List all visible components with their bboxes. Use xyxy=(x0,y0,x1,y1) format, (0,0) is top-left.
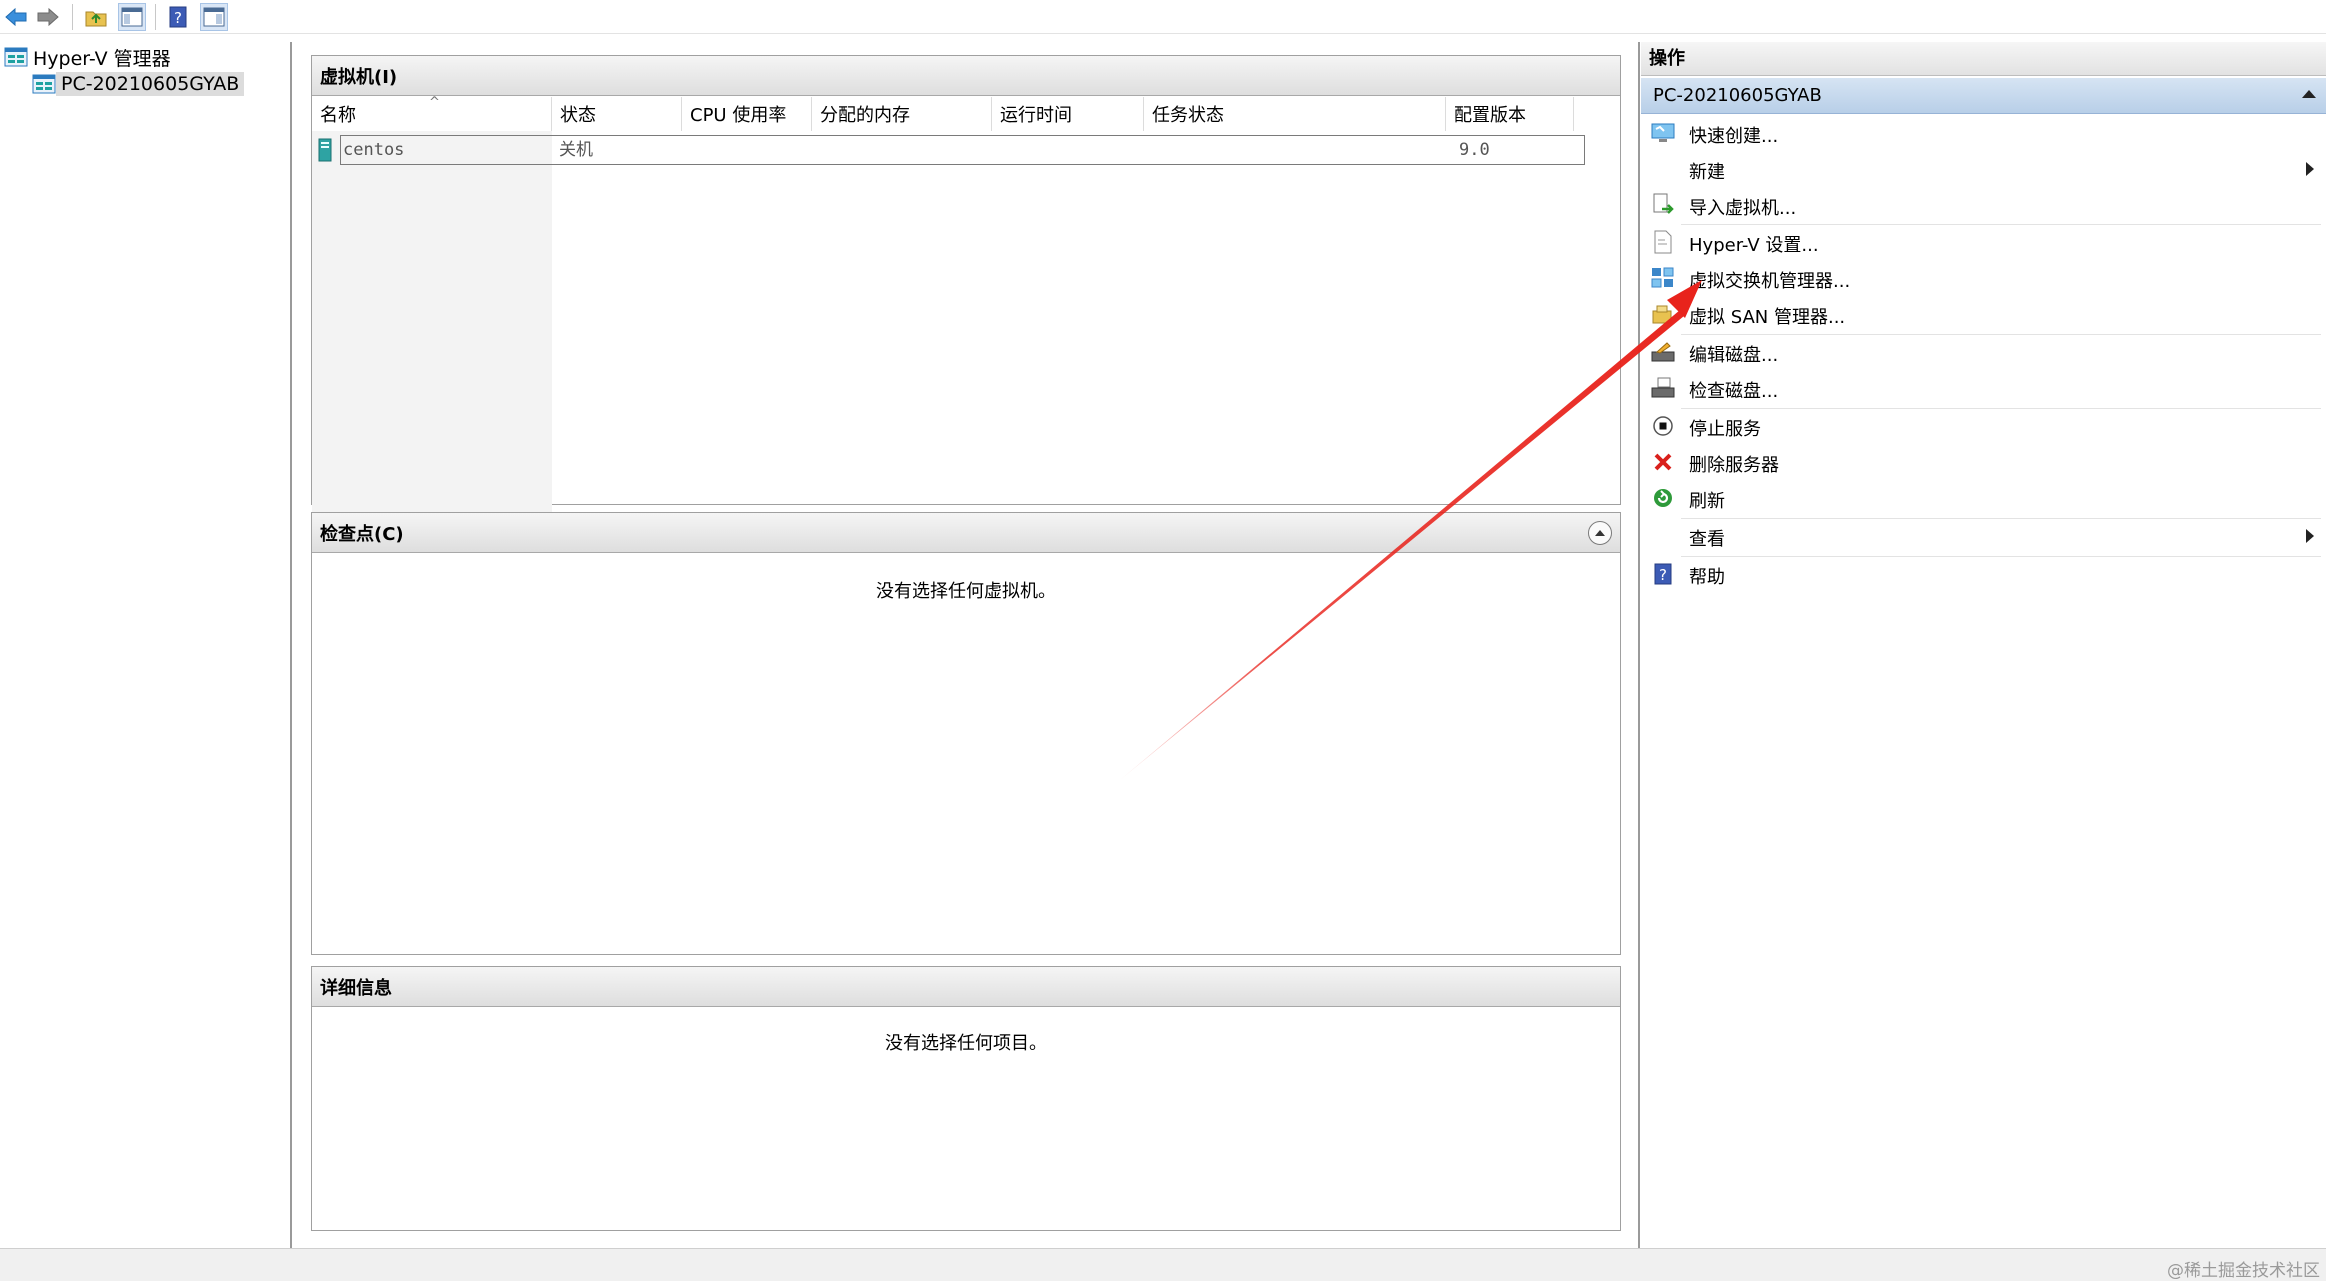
vm-state-cell: 关机 xyxy=(559,140,593,160)
actions-pane: 操作 PC-20210605GYAB 快速创建... 新建 导入虚拟机... H… xyxy=(1641,42,2326,1248)
action-refresh[interactable]: 刷新 xyxy=(1641,481,2326,515)
action-new[interactable]: 新建 xyxy=(1641,152,2326,186)
show-hide-action-pane-button[interactable] xyxy=(200,3,228,31)
refresh-icon xyxy=(1651,486,1675,510)
details-panel-title: 详细信息 xyxy=(320,977,392,999)
sort-ascending-icon: ^ xyxy=(429,95,440,110)
details-empty-message: 没有选择任何项目。 xyxy=(885,1033,1047,1054)
back-button[interactable] xyxy=(2,3,30,31)
hyper-v-manager-window: ? Hyper-V 管理器 PC-20210605GYAB 虚拟机(I) 名称 … xyxy=(0,0,2326,1281)
import-vm-icon xyxy=(1651,193,1675,217)
virtual-switch-icon xyxy=(1651,266,1675,290)
checkpoints-panel: 检查点(C) 没有选择任何虚拟机。 xyxy=(311,512,1621,955)
vm-icon xyxy=(318,138,332,166)
edit-disk-icon xyxy=(1651,340,1675,364)
action-inspect-disk[interactable]: 检查磁盘... xyxy=(1641,371,2326,405)
svg-text:?: ? xyxy=(174,9,182,27)
tree-root-label: Hyper-V 管理器 xyxy=(33,47,171,70)
action-edit-disk[interactable]: 编辑磁盘... xyxy=(1641,335,2326,369)
hyperv-manager-icon xyxy=(4,47,28,67)
stop-service-icon xyxy=(1651,414,1675,438)
show-hide-console-tree-button[interactable] xyxy=(118,3,146,31)
submenu-arrow-icon xyxy=(2306,529,2314,543)
forward-button[interactable] xyxy=(34,3,62,31)
virtual-machines-panel: 虚拟机(I) 名称 ^ 状态 CPU 使用率 分配的内存 运行时间 任务状态 配… xyxy=(311,55,1621,557)
forward-icon xyxy=(37,7,59,27)
svg-text:?: ? xyxy=(1659,566,1667,584)
console-tree: Hyper-V 管理器 PC-20210605GYAB xyxy=(0,42,292,1248)
vm-row-box: centos 关机 9.0 xyxy=(340,135,1585,165)
help-icon: ? xyxy=(1651,562,1675,586)
action-remove-server[interactable]: 删除服务器 xyxy=(1641,445,2326,479)
help-button[interactable]: ? xyxy=(164,3,192,31)
action-import-vm[interactable]: 导入虚拟机... xyxy=(1641,188,2326,222)
back-icon xyxy=(5,7,27,27)
column-header-cpu[interactable]: CPU 使用率 xyxy=(682,97,812,131)
column-header-state[interactable]: 状态 xyxy=(552,97,682,131)
tree-server-label: PC-20210605GYAB xyxy=(56,72,245,96)
remove-server-icon xyxy=(1651,450,1675,474)
details-panel: 详细信息 没有选择任何项目。 xyxy=(311,966,1621,1231)
up-one-level-button[interactable] xyxy=(82,3,110,31)
checkpoint-panel-title: 检查点(C) xyxy=(320,523,404,545)
table-row[interactable]: centos 关机 9.0 xyxy=(318,135,1587,165)
checkpoint-panel-header: 检查点(C) xyxy=(312,513,1620,553)
vm-panel-title: 虚拟机(I) xyxy=(320,66,398,88)
action-view[interactable]: 查看 xyxy=(1641,519,2326,553)
action-virtual-switch-manager[interactable]: 虚拟交换机管理器... xyxy=(1641,261,2326,295)
center-pane: 虚拟机(I) 名称 ^ 状态 CPU 使用率 分配的内存 运行时间 任务状态 配… xyxy=(297,42,1640,1248)
collapse-caret-icon xyxy=(2302,90,2316,98)
actions-group-label: PC-20210605GYAB xyxy=(1653,85,1822,106)
column-header-config-version[interactable]: 配置版本 xyxy=(1446,97,1574,131)
tree-node-hyperv-manager[interactable]: Hyper-V 管理器 xyxy=(4,44,176,70)
vm-name-cell: centos xyxy=(343,140,405,160)
quick-create-icon xyxy=(1651,121,1675,145)
status-bar: @稀土掘金技术社区 xyxy=(0,1248,2326,1281)
server-icon xyxy=(32,74,56,94)
vm-version-cell: 9.0 xyxy=(1459,140,1490,160)
inspect-disk-icon xyxy=(1651,376,1675,400)
actions-group-header[interactable]: PC-20210605GYAB xyxy=(1641,78,2326,114)
toolbar: ? xyxy=(0,0,2326,34)
vm-table-header: 名称 ^ 状态 CPU 使用率 分配的内存 运行时间 任务状态 配置版本 xyxy=(312,95,1574,131)
show-hide-action-pane-icon xyxy=(203,7,225,27)
name-column-background xyxy=(312,131,552,557)
action-help[interactable]: ? 帮助 xyxy=(1641,557,2326,591)
action-stop-service[interactable]: 停止服务 xyxy=(1641,409,2326,443)
details-panel-header: 详细信息 xyxy=(312,967,1620,1007)
column-header-memory[interactable]: 分配的内存 xyxy=(812,97,992,131)
action-quick-create[interactable]: 快速创建... xyxy=(1641,116,2326,150)
checkpoint-empty-message: 没有选择任何虚拟机。 xyxy=(876,581,1056,602)
tree-node-server[interactable]: PC-20210605GYAB xyxy=(32,71,245,97)
action-hyperv-settings[interactable]: Hyper-V 设置... xyxy=(1641,225,2326,259)
column-header-name[interactable]: 名称 ^ xyxy=(312,95,552,131)
show-hide-console-tree-icon xyxy=(121,7,143,27)
actions-title: 操作 xyxy=(1641,42,2326,76)
up-folder-icon xyxy=(85,11,107,27)
watermark-text: @稀土掘金技术社区 xyxy=(2167,1261,2320,1281)
settings-page-icon xyxy=(1651,230,1675,254)
action-virtual-san-manager[interactable]: 虚拟 SAN 管理器... xyxy=(1641,297,2326,331)
vm-panel-header: 虚拟机(I) xyxy=(312,56,1620,96)
column-header-uptime[interactable]: 运行时间 xyxy=(992,97,1144,131)
collapse-button[interactable] xyxy=(1588,521,1612,545)
column-header-task-status[interactable]: 任务状态 xyxy=(1144,97,1446,131)
chevron-up-icon xyxy=(1595,530,1605,536)
san-manager-icon xyxy=(1651,302,1675,326)
submenu-arrow-icon xyxy=(2306,162,2314,176)
help-icon: ? xyxy=(169,6,187,28)
